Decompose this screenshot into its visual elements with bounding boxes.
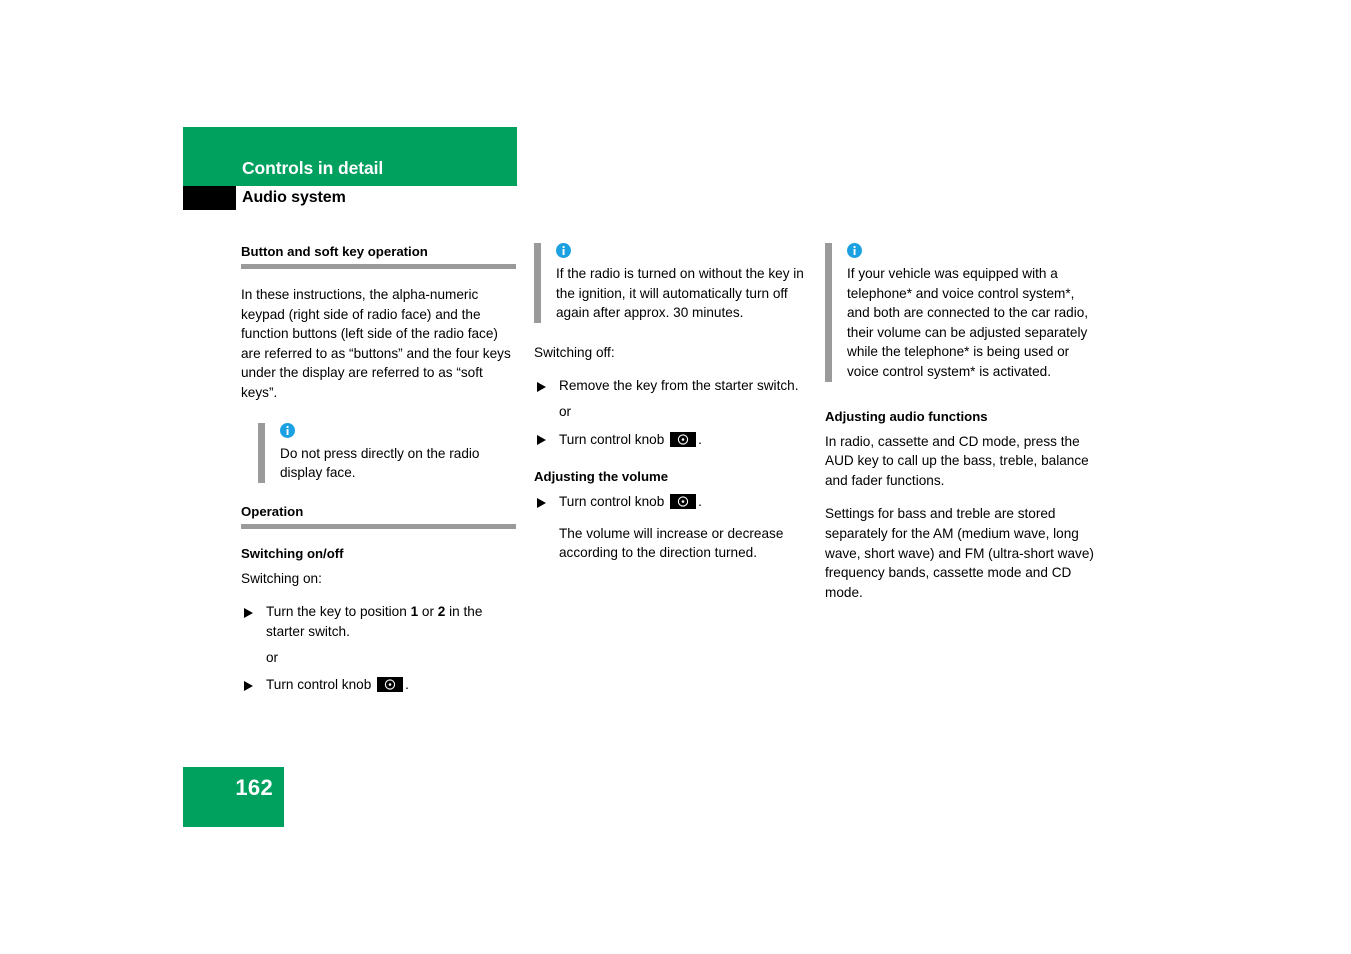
note-text: If your vehicle was equipped with a tele…: [847, 266, 1089, 379]
control-knob-icon: [377, 677, 404, 693]
key-position-1: 1: [410, 604, 419, 620]
heading-divider: [241, 523, 516, 529]
note-accent-bar: [534, 243, 541, 323]
heading-operation: Operation: [241, 503, 304, 519]
page-number: 162: [235, 775, 273, 800]
paragraph-volume-behavior: The volume will increase or decrease acc…: [559, 525, 784, 561]
or-separator: or: [266, 649, 279, 665]
section-marker-tab: [183, 186, 236, 210]
info-note-auto-shutoff: If the radio is turned on without the ke…: [534, 243, 809, 323]
note-text: Do not press directly on the radio displ…: [280, 445, 480, 481]
step-text-post: .: [698, 431, 702, 447]
step-arrow-icon: [537, 435, 546, 446]
step-remove-key: Remove the key from the starter switch.: [534, 376, 809, 396]
content-column-2: If the radio is turned on without the ke…: [534, 243, 809, 569]
heading-switching-on-off: Switching on/off: [241, 545, 344, 561]
step-text-post: .: [698, 494, 702, 510]
info-note-telephone-voice-control: If your vehicle was equipped with a tele…: [825, 243, 1100, 382]
heading-adjusting-audio-functions: Adjusting audio functions: [825, 408, 988, 424]
step-arrow-icon: [244, 607, 253, 618]
paragraph-bass-treble-storage: Settings for bass and treble are stored …: [825, 506, 1094, 600]
content-column-3: If your vehicle was equipped with a tele…: [825, 243, 1100, 616]
page-title: Controls in detail: [242, 158, 384, 178]
label-switching-off: Switching off:: [534, 344, 615, 360]
label-switching-on: Switching on:: [241, 570, 322, 586]
control-knob-icon: [670, 494, 697, 510]
header-banner: Controls in detail: [183, 127, 517, 186]
info-icon: [556, 243, 571, 258]
note-accent-bar: [258, 422, 265, 483]
step-text-pre: Turn the key to position: [266, 604, 411, 620]
step-turn-control-knob: Turn control knob .: [241, 675, 516, 695]
step-arrow-icon: [537, 497, 546, 508]
heading-adjusting-the-volume: Adjusting the volume: [534, 469, 669, 485]
step-text-pre: Turn control knob: [559, 431, 669, 447]
paragraph-instructions-intro: In these instructions, the alpha-numeric…: [241, 287, 511, 400]
step-text-mid: or: [418, 604, 438, 620]
page-number-box: 162: [183, 767, 284, 827]
heading-button-soft-key-operation: Button and soft key operation: [241, 244, 428, 259]
step-text-pre: Turn control knob: [266, 677, 376, 693]
note-accent-bar: [825, 243, 832, 382]
section-subtitle: Audio system: [242, 189, 346, 206]
step-text-post: .: [405, 677, 409, 693]
control-knob-icon: [670, 431, 697, 447]
paragraph-aud-key: In radio, cassette and CD mode, press th…: [825, 433, 1089, 488]
or-separator: or: [559, 403, 572, 419]
step-turn-control-knob-off: Turn control knob .: [534, 430, 809, 450]
step-turn-control-knob-volume: Turn control knob .: [534, 492, 809, 512]
info-icon: [280, 422, 295, 438]
step-turn-key: Turn the key to position 1 or 2 in the s…: [241, 602, 516, 641]
step-arrow-icon: [537, 381, 546, 392]
step-arrow-icon: [244, 680, 253, 691]
manual-page: Controls in detail Audio system Button a…: [0, 0, 1351, 954]
step-text: Remove the key from the starter switch.: [559, 378, 799, 394]
info-icon: [847, 243, 862, 258]
step-text-pre: Turn control knob: [559, 494, 669, 510]
note-text: If the radio is turned on without the ke…: [556, 266, 804, 321]
info-note-display-face: Do not press directly on the radio displ…: [258, 422, 516, 483]
heading-divider: [241, 264, 516, 269]
content-column-1: Button and soft key operation In these i…: [241, 243, 516, 701]
